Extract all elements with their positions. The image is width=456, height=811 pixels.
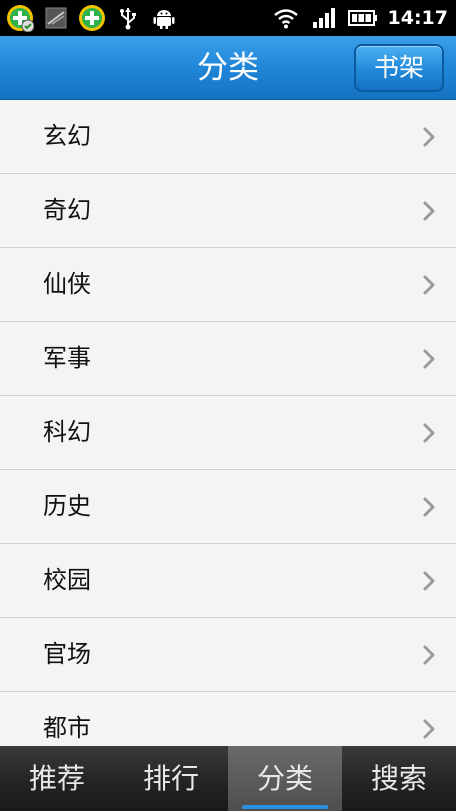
list-item-label: 历史 [43, 492, 91, 520]
wifi-icon [272, 4, 300, 32]
list-item[interactable]: 奇幻 [0, 174, 456, 248]
tab-3[interactable]: 搜索 [342, 746, 456, 811]
list-item-label: 都市 [43, 714, 91, 742]
title-bar: 分类 书架 [0, 36, 456, 100]
chevron-right-icon [423, 571, 435, 591]
tab-1[interactable]: 排行 [114, 746, 228, 811]
list-item-label: 科幻 [43, 418, 91, 446]
chevron-right-icon [423, 719, 435, 739]
category-list: 玄幻奇幻仙侠军事科幻历史校园官场都市 [0, 100, 456, 746]
list-item[interactable]: 校园 [0, 544, 456, 618]
tab-0[interactable]: 推荐 [0, 746, 114, 811]
chevron-right-icon [423, 423, 435, 443]
status-bar-system: 14:17 [272, 4, 448, 32]
chevron-right-icon [423, 645, 435, 665]
tab-2[interactable]: 分类 [228, 746, 342, 811]
battery-icon [347, 4, 378, 32]
status-bar-notifications [6, 4, 178, 32]
screenshot-icon [42, 4, 70, 32]
list-item-label: 仙侠 [43, 270, 91, 298]
list-item[interactable]: 历史 [0, 470, 456, 544]
list-item[interactable]: 科幻 [0, 396, 456, 470]
list-item[interactable]: 玄幻 [0, 100, 456, 174]
chevron-right-icon [423, 275, 435, 295]
bottom-tab-bar: 推荐 排行 分类 搜索 [0, 746, 456, 811]
chevron-right-icon [423, 201, 435, 221]
list-item-label: 玄幻 [43, 122, 91, 150]
chevron-right-icon [423, 127, 435, 147]
list-item-label: 军事 [43, 344, 91, 372]
usb-icon [114, 4, 142, 32]
tab-label: 推荐 [28, 762, 85, 795]
list-item[interactable]: 官场 [0, 618, 456, 692]
signal-icon [310, 4, 338, 32]
list-item[interactable]: 军事 [0, 322, 456, 396]
list-item-label: 校园 [43, 566, 91, 594]
list-item-label: 奇幻 [43, 196, 91, 224]
clock: 14:17 [387, 7, 448, 29]
active-tab-indicator [242, 805, 328, 809]
chevron-right-icon [423, 349, 435, 369]
tab-label: 排行 [142, 762, 199, 795]
bookshelf-button[interactable]: 书架 [354, 44, 444, 92]
app-360-icon [78, 4, 106, 32]
tab-label: 分类 [256, 762, 313, 795]
list-item[interactable]: 仙侠 [0, 248, 456, 322]
tab-label: 搜索 [370, 762, 427, 795]
android-debug-icon [150, 4, 178, 32]
status-bar: 14:17 [0, 0, 456, 36]
app-360-icon [6, 4, 34, 32]
list-item[interactable]: 都市 [0, 692, 456, 746]
chevron-right-icon [423, 497, 435, 517]
list-item-label: 官场 [43, 640, 91, 668]
